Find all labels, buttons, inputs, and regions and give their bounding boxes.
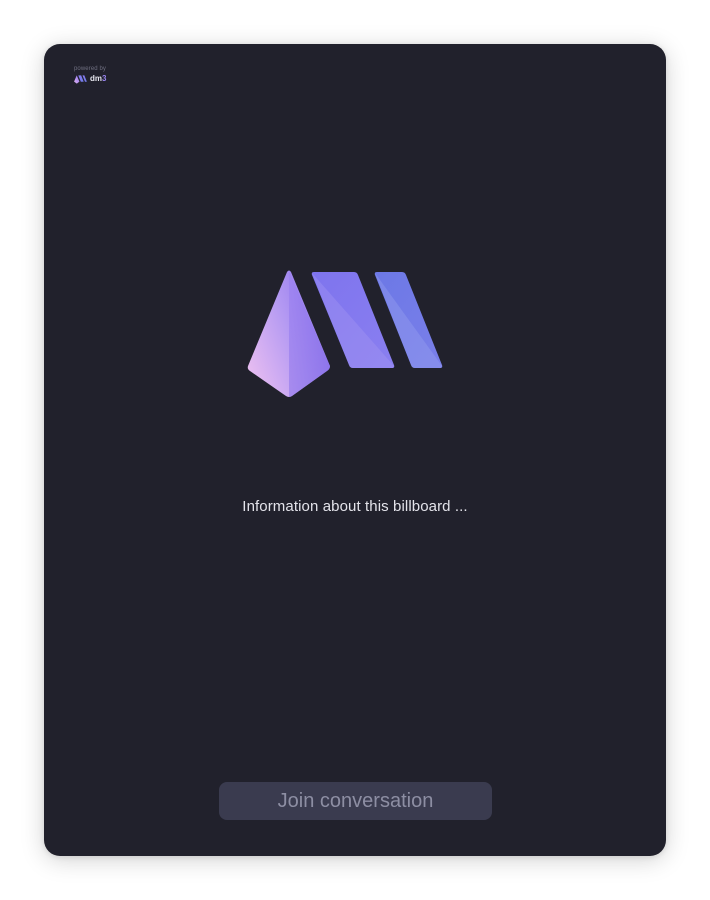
- dm3-logo-icon: [74, 74, 87, 84]
- dm3-wordmark: dm3: [90, 74, 106, 84]
- dm3-brand: dm3: [74, 74, 134, 84]
- powered-by-label: powered by: [74, 66, 107, 72]
- join-conversation-button[interactable]: Join conversation: [219, 782, 492, 820]
- billboard-card: powered by dm3 Information about this bi…: [44, 44, 666, 856]
- dm3-logo-icon: [247, 270, 443, 397]
- dm3-wordmark-suffix: 3: [102, 74, 107, 83]
- powered-by-badge[interactable]: powered by dm3: [74, 66, 134, 84]
- dm3-wordmark-prefix: dm: [90, 74, 102, 83]
- billboard-info-text: Information about this billboard ...: [242, 498, 468, 515]
